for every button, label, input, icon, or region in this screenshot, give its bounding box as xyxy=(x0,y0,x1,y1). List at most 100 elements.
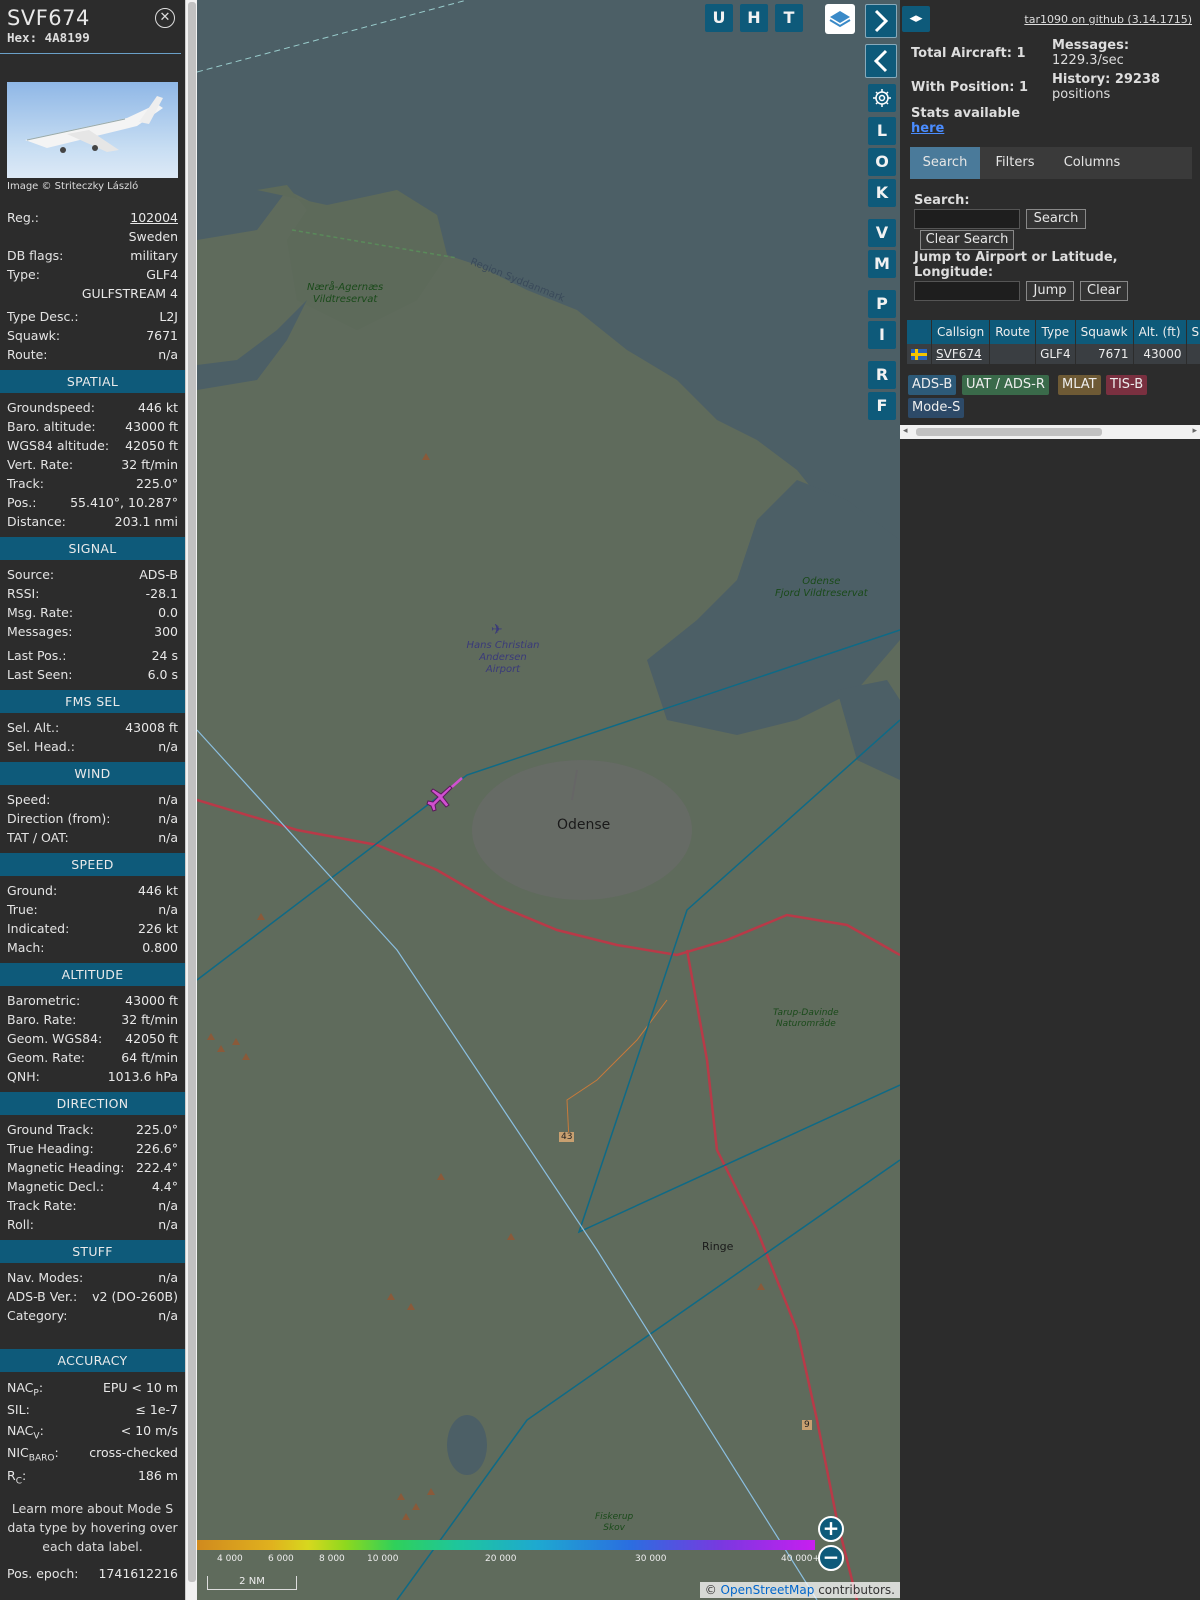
info-row-label: Ground Track: xyxy=(7,1122,94,1137)
stats-link[interactable]: here xyxy=(911,121,944,136)
map-button-p[interactable]: P xyxy=(868,290,896,318)
row-squawk: Squawk: 7671 xyxy=(0,326,185,345)
nic-label-sub: BARO xyxy=(28,1453,55,1464)
map-button-u[interactable]: U xyxy=(705,4,733,32)
expand-right-button[interactable] xyxy=(865,4,897,38)
settings-button[interactable] xyxy=(868,84,896,112)
nacp-label-text: NAC xyxy=(7,1380,34,1395)
reg-link[interactable]: 102004 xyxy=(130,208,178,227)
aircraft-icon[interactable] xyxy=(425,783,457,815)
map-button-i[interactable]: I xyxy=(868,321,896,349)
github-link[interactable]: tar1090 on github (3.14.1715) xyxy=(1024,13,1192,26)
source-tisb-badge: TIS-B xyxy=(1106,375,1148,395)
openstreetmap-link[interactable]: OpenStreetMap xyxy=(721,1583,815,1597)
col-type[interactable]: Type xyxy=(1035,320,1076,344)
info-row: True: n/a xyxy=(0,900,185,919)
map-button-f[interactable]: F xyxy=(868,392,896,420)
image-credit: Image © Striteczky László xyxy=(7,181,139,192)
south-lake xyxy=(447,1415,487,1475)
aircraft-photo[interactable] xyxy=(7,82,178,178)
info-row: Track: 225.0° xyxy=(0,474,185,493)
section-direction: DIRECTION xyxy=(0,1092,185,1115)
colorbar-label-6000: 6 000 xyxy=(268,1554,294,1564)
info-row: Ground Track: 225.0° xyxy=(0,1120,185,1139)
tab-search[interactable]: Search xyxy=(910,147,980,179)
info-row-value: n/a xyxy=(158,1217,178,1232)
history-value: positions xyxy=(1052,87,1111,102)
jump-button[interactable]: Jump xyxy=(1026,281,1074,301)
lagoon-area xyxy=(197,300,307,390)
jump-input[interactable] xyxy=(914,281,1020,301)
col-squawk[interactable]: Squawk xyxy=(1075,320,1134,344)
hscroll-thumb[interactable] xyxy=(916,428,1102,436)
sil-value: ≤ 1e-7 xyxy=(135,1402,178,1417)
search-input[interactable] xyxy=(914,209,1020,229)
jump-label-line1: Jump to Airport or Latitude, xyxy=(914,250,1118,265)
cell-callsign[interactable]: SVF674 xyxy=(931,344,991,364)
info-scrollbar-thumb[interactable] xyxy=(188,2,196,1582)
info-row-label: Pos.: xyxy=(7,495,37,510)
info-row-label: ADS-B Ver.: xyxy=(7,1289,78,1304)
map-button-l[interactable]: L xyxy=(868,117,896,145)
highway-south xyxy=(685,949,859,1600)
label-nera-line2: Vildtreservat xyxy=(312,294,378,305)
map-button-t[interactable]: T xyxy=(775,4,803,32)
info-row: Messages: 300 xyxy=(0,622,185,641)
info-row-label: Magnetic Heading: xyxy=(7,1160,125,1175)
table-row[interactable]: SVF674 GLF4 7671 43000 xyxy=(907,344,1200,364)
map-button-v[interactable]: V xyxy=(868,219,896,247)
aircraft-callsign: SVF674 xyxy=(7,6,90,30)
col-flag[interactable] xyxy=(907,320,932,344)
info-row: TAT / OAT: n/a xyxy=(0,828,185,847)
clear-search-button[interactable]: Clear Search xyxy=(920,230,1014,250)
scroll-left-icon[interactable]: ◂ xyxy=(903,426,908,436)
left-right-arrows-icon: ◂▸ xyxy=(909,11,923,26)
map-view[interactable]: Odense Ringe Hans Christian Andersen Air… xyxy=(197,0,900,1600)
info-panel-scrollbar[interactable] xyxy=(185,0,197,1600)
info-row: Last Pos.: 24 s xyxy=(0,646,185,665)
collapse-left-button[interactable] xyxy=(865,44,897,78)
clear-button[interactable]: Clear xyxy=(1080,281,1128,301)
zoom-in-button[interactable]: + xyxy=(818,1516,844,1542)
right-topbar: ◂▸ tar1090 on github (3.14.1715) xyxy=(900,0,1200,34)
col-spd[interactable]: Spd. xyxy=(1186,320,1200,344)
zoom-out-button[interactable]: − xyxy=(818,1545,844,1571)
label-airport-line3: Airport xyxy=(485,664,521,675)
tab-columns[interactable]: Columns xyxy=(1050,147,1134,179)
col-callsign[interactable]: Callsign xyxy=(931,320,991,344)
map-button-k[interactable]: K xyxy=(868,179,896,207)
row-type-name: GULFSTREAM 4 xyxy=(0,284,185,303)
close-icon[interactable]: ✕ xyxy=(155,8,175,28)
aircraft-table: Callsign Route Type Squawk Alt. (ft) Spd… xyxy=(907,320,1200,364)
colorbar-label-4000: 4 000 xyxy=(217,1554,243,1564)
info-row-value: 225.0° xyxy=(135,476,178,491)
plus-icon: + xyxy=(822,1516,840,1540)
col-route[interactable]: Route xyxy=(989,320,1037,344)
table-horizontal-scrollbar[interactable]: ◂ ▸ xyxy=(900,425,1200,439)
col-alt[interactable]: Alt. (ft) xyxy=(1133,320,1187,344)
layers-button[interactable] xyxy=(825,4,855,34)
callsign-link[interactable]: SVF674 xyxy=(936,347,982,361)
messages-value: 1229.3/sec xyxy=(1052,53,1124,68)
type-value: GLF4 xyxy=(146,267,178,282)
map-button-h[interactable]: H xyxy=(740,4,768,32)
map-button-r[interactable]: R xyxy=(868,361,896,389)
info-row-value: 226.6° xyxy=(135,1141,178,1156)
map-button-m[interactable]: M xyxy=(868,250,896,278)
search-button[interactable]: Search xyxy=(1026,209,1086,229)
chevron-right-icon xyxy=(874,9,889,33)
nacv-label-text: NAC xyxy=(7,1423,34,1438)
row-rc: RC: 186 m xyxy=(0,1464,185,1487)
section-accuracy: ACCURACY xyxy=(0,1349,185,1372)
row-nacp: NACP: EPU < 10 m xyxy=(0,1377,185,1399)
cell-spd xyxy=(1186,344,1200,364)
rc-label-sub: C xyxy=(15,1476,22,1487)
sidebar-toggle-button[interactable]: ◂▸ xyxy=(902,6,930,32)
tab-filters[interactable]: Filters xyxy=(982,147,1048,179)
section-speed: SPEED xyxy=(0,853,185,876)
wind-rows: Speed: n/a Direction (from): n/a TAT / OAT: n… xyxy=(0,790,185,847)
row-nacv: NACV: < 10 m/s xyxy=(0,1420,185,1442)
squawk-value: 7671 xyxy=(146,328,178,343)
map-button-o[interactable]: O xyxy=(868,148,896,176)
scroll-right-icon[interactable]: ▸ xyxy=(1192,426,1197,436)
